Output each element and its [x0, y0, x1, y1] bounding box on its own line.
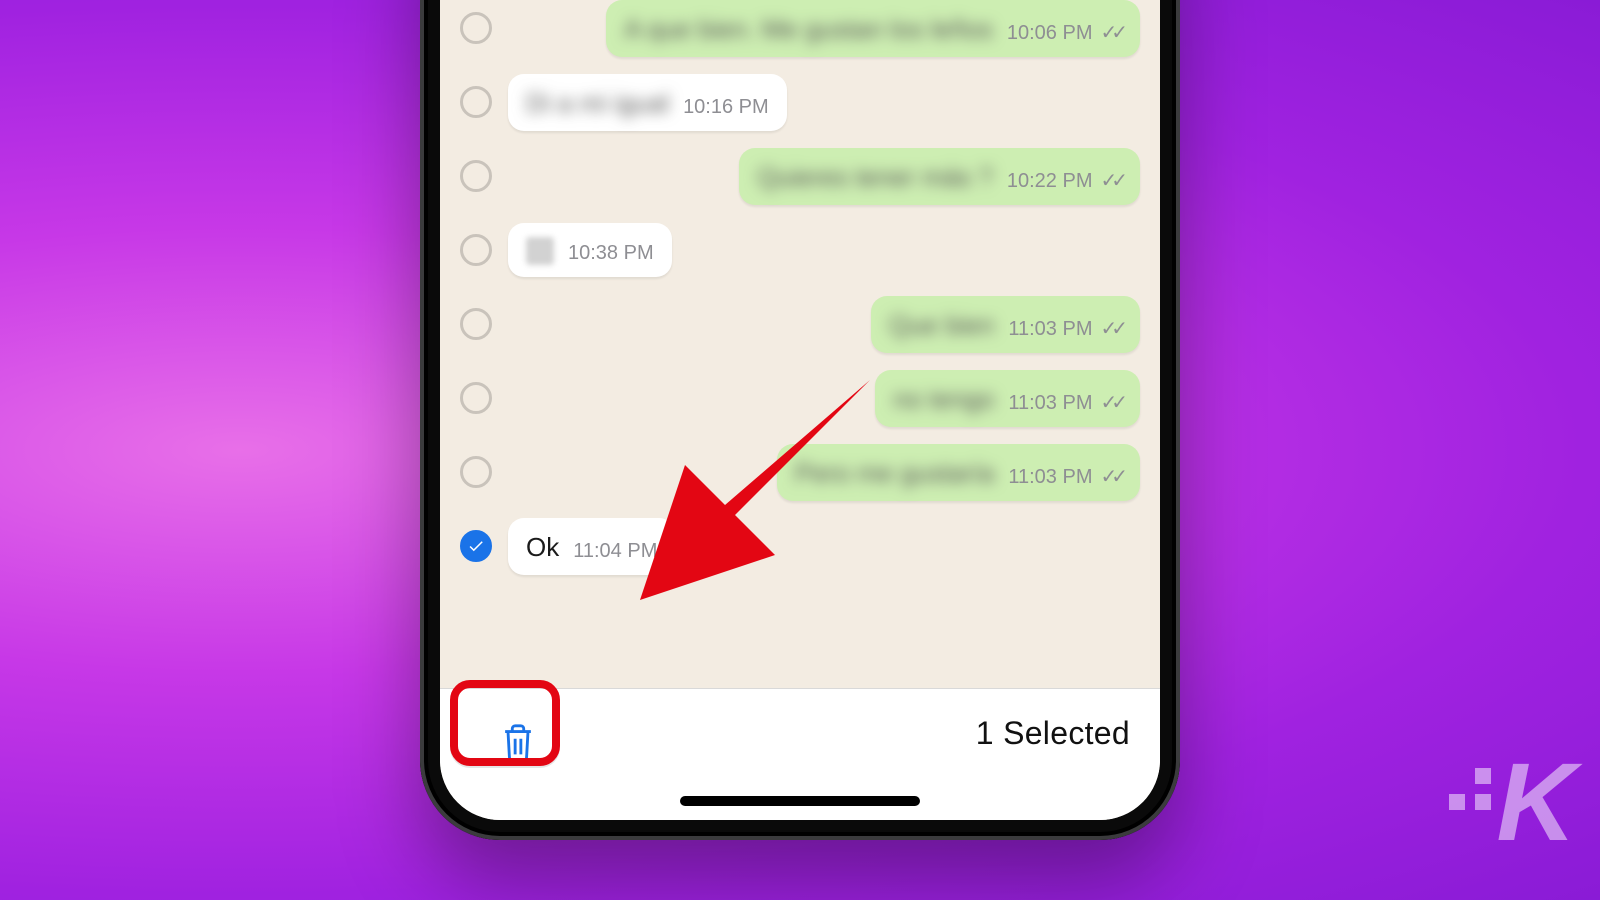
message-row[interactable]: 10:38 PM: [460, 220, 1140, 280]
message-time: 10:22 PM: [1007, 170, 1093, 193]
select-circle[interactable]: [460, 234, 492, 266]
select-circle[interactable]: [460, 160, 492, 192]
select-circle[interactable]: [460, 308, 492, 340]
message-content-sticker: [526, 237, 554, 265]
select-circle[interactable]: [460, 382, 492, 414]
message-time: 10:16 PM: [683, 96, 769, 119]
chat-message-list[interactable]: 10:01 PM A que bien. Me gustan los leños…: [440, 0, 1160, 688]
message-content: Que bien: [889, 310, 995, 341]
message-bubble-incoming[interactable]: Ok 11:04 PM: [508, 518, 675, 575]
message-content: Ok: [526, 532, 559, 563]
message-content: Pero me gustaría: [795, 458, 994, 489]
message-content: A que bien. Me gustan los leños: [624, 14, 993, 45]
home-indicator[interactable]: [680, 796, 920, 806]
message-time: 11:03 PM: [1008, 392, 1092, 415]
message-bubble-outgoing[interactable]: Quieres tener más ? 10:22 PM ✓✓: [739, 148, 1140, 205]
read-ticks-icon: ✓✓: [1100, 316, 1122, 341]
message-row[interactable]: no tengo 11:03 PM ✓✓: [460, 368, 1140, 428]
message-row[interactable]: Quieres tener más ? 10:22 PM ✓✓: [460, 146, 1140, 206]
message-row[interactable]: Pero me gustaría 11:03 PM ✓✓: [460, 442, 1140, 502]
read-ticks-icon: ✓✓: [1100, 168, 1122, 193]
message-bubble-outgoing[interactable]: Que bien 11:03 PM ✓✓: [871, 296, 1140, 353]
watermark-dots-icon: [1449, 768, 1491, 810]
message-bubble-outgoing[interactable]: no tengo 11:03 PM ✓✓: [875, 370, 1140, 427]
phone-frame: 10:01 PM A que bien. Me gustan los leños…: [420, 0, 1180, 840]
message-bubble-incoming[interactable]: 10:38 PM: [508, 223, 672, 277]
message-time: 10:38 PM: [568, 242, 654, 265]
phone-screen: 10:01 PM A que bien. Me gustan los leños…: [440, 0, 1160, 820]
message-bubble-outgoing[interactable]: A que bien. Me gustan los leños 10:06 PM…: [606, 0, 1140, 57]
select-circle[interactable]: [460, 86, 492, 118]
message-row[interactable]: Di a mi igual 10:16 PM: [460, 72, 1140, 132]
message-time: 11:04 PM: [573, 540, 657, 563]
trash-icon: [500, 723, 536, 763]
read-ticks-icon: ✓✓: [1100, 20, 1122, 45]
select-circle-checked[interactable]: [460, 530, 492, 562]
message-bubble-outgoing[interactable]: Pero me gustaría 11:03 PM ✓✓: [777, 444, 1140, 501]
message-bubble-incoming[interactable]: Di a mi igual 10:16 PM: [508, 74, 787, 131]
stage: 10:01 PM A que bien. Me gustan los leños…: [0, 0, 1600, 900]
message-time: 10:06 PM: [1007, 22, 1093, 45]
select-circle[interactable]: [460, 456, 492, 488]
delete-button[interactable]: [470, 707, 566, 779]
read-ticks-icon: ✓✓: [1100, 390, 1122, 415]
check-icon: [467, 537, 485, 555]
message-content: Di a mi igual: [526, 88, 669, 119]
message-row-selected[interactable]: Ok 11:04 PM: [460, 516, 1140, 576]
message-content: Quieres tener más ?: [757, 162, 993, 193]
selected-count-label: 1 Selected: [976, 715, 1130, 752]
select-circle[interactable]: [460, 12, 492, 44]
message-time: 11:03 PM: [1008, 318, 1092, 341]
message-row[interactable]: A que bien. Me gustan los leños 10:06 PM…: [460, 0, 1140, 58]
message-row[interactable]: Que bien 11:03 PM ✓✓: [460, 294, 1140, 354]
watermark: K: [1449, 739, 1572, 866]
message-content: no tengo: [893, 384, 994, 415]
watermark-letter: K: [1497, 739, 1572, 866]
read-ticks-icon: ✓✓: [1100, 464, 1122, 489]
message-time: 11:03 PM: [1008, 466, 1092, 489]
